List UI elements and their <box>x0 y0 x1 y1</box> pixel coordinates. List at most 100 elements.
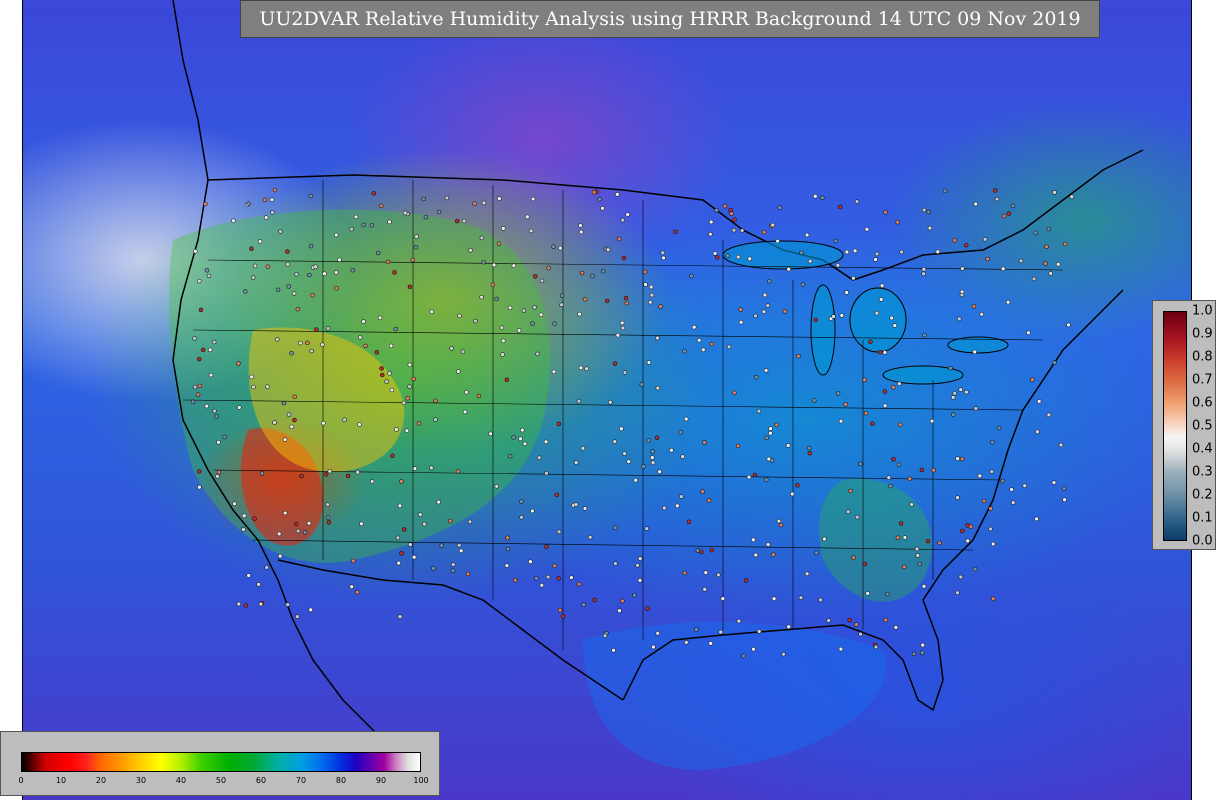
station-marker <box>874 251 880 257</box>
station-marker <box>751 646 756 652</box>
moist-region-southeast <box>819 478 932 602</box>
station-marker <box>363 343 368 349</box>
station-marker <box>444 195 450 201</box>
station-marker <box>921 207 927 213</box>
station-marker <box>838 204 843 210</box>
station-marker <box>195 392 201 397</box>
station-marker <box>539 278 545 284</box>
station-marker <box>532 305 537 310</box>
station-marker <box>768 430 773 436</box>
station-marker <box>275 337 280 342</box>
station-marker <box>536 455 542 460</box>
station-marker <box>852 248 858 254</box>
station-marker <box>675 503 680 509</box>
station-marker <box>447 518 453 524</box>
station-marker <box>237 405 242 410</box>
station-marker <box>327 468 333 474</box>
station-marker <box>751 537 756 543</box>
station-marker <box>519 499 524 504</box>
station-marker <box>608 399 613 405</box>
station-marker <box>635 563 640 568</box>
station-marker <box>198 307 204 313</box>
station-marker <box>660 250 665 256</box>
station-marker <box>682 348 687 354</box>
station-marker <box>576 398 582 404</box>
station-marker <box>295 614 300 619</box>
station-marker <box>600 268 606 274</box>
station-marker <box>902 535 908 540</box>
station-marker <box>270 210 275 215</box>
station-marker <box>615 332 621 338</box>
station-marker <box>286 412 292 417</box>
station-marker <box>305 340 310 346</box>
station-marker <box>917 561 922 567</box>
station-marker <box>320 342 325 347</box>
station-marker <box>458 548 464 554</box>
station-marker <box>657 469 662 474</box>
station-marker <box>958 387 963 392</box>
station-marker <box>534 576 539 581</box>
station-marker <box>404 428 410 433</box>
station-marker <box>835 391 841 396</box>
station-marker <box>451 562 456 567</box>
station-marker <box>826 618 831 623</box>
station-marker <box>831 314 836 319</box>
station-marker <box>292 417 297 423</box>
station-marker <box>796 353 801 359</box>
station-marker <box>883 617 889 623</box>
station-marker <box>914 546 920 552</box>
station-marker <box>1062 497 1067 502</box>
station-marker <box>265 384 270 389</box>
station-marker <box>439 543 444 548</box>
station-marker <box>1010 203 1016 209</box>
station-marker <box>633 477 638 483</box>
station-value-colorbar: 1.0 0.9 0.8 0.7 0.6 0.5 0.4 0.3 0.2 0.1 … <box>1152 300 1216 550</box>
station-marker <box>768 426 773 431</box>
station-marker <box>488 431 493 437</box>
station-marker <box>959 292 965 298</box>
station-marker <box>322 271 327 276</box>
station-marker <box>539 583 545 588</box>
station-marker <box>1030 377 1035 382</box>
station-marker <box>1000 266 1006 272</box>
station-marker <box>851 275 856 281</box>
station-marker <box>950 395 956 400</box>
rh-tick-label: 40 <box>175 776 187 785</box>
station-marker <box>345 473 351 479</box>
station-marker <box>882 389 888 394</box>
station-marker <box>843 402 848 407</box>
rh-tick-label: 60 <box>255 776 267 785</box>
station-marker <box>285 249 290 254</box>
station-marker <box>361 319 366 324</box>
station-marker <box>708 641 713 646</box>
station-marker <box>269 197 275 202</box>
rh-tick-label: 20 <box>95 776 107 785</box>
station-marker <box>252 516 257 521</box>
station-marker <box>756 629 762 634</box>
station-marker <box>294 271 299 277</box>
relative-humidity-colorbar: 0 10 20 30 40 50 60 70 80 90 100 <box>0 731 440 796</box>
station-marker <box>511 263 517 268</box>
lake-michigan <box>810 284 836 376</box>
station-marker <box>948 365 953 371</box>
station-marker <box>994 196 1000 202</box>
station-marker <box>584 366 589 371</box>
station-marker <box>619 426 624 432</box>
station-marker <box>597 197 602 202</box>
station-marker <box>702 440 707 445</box>
station-marker <box>992 188 998 193</box>
station-marker <box>963 242 969 248</box>
station-marker <box>641 464 646 469</box>
station-marker <box>806 445 812 451</box>
station-marker <box>973 406 979 411</box>
station-marker <box>708 219 714 225</box>
station-marker <box>473 318 478 324</box>
station-marker <box>979 312 984 317</box>
station-marker <box>262 197 268 203</box>
station-marker <box>883 209 888 215</box>
rh-analysis-map-view: UU2DVAR Relative Humidity Analysis using… <box>0 0 1216 800</box>
station-marker <box>241 513 247 519</box>
station-marker <box>544 470 549 476</box>
station-marker <box>632 592 637 598</box>
station-marker <box>911 651 917 657</box>
